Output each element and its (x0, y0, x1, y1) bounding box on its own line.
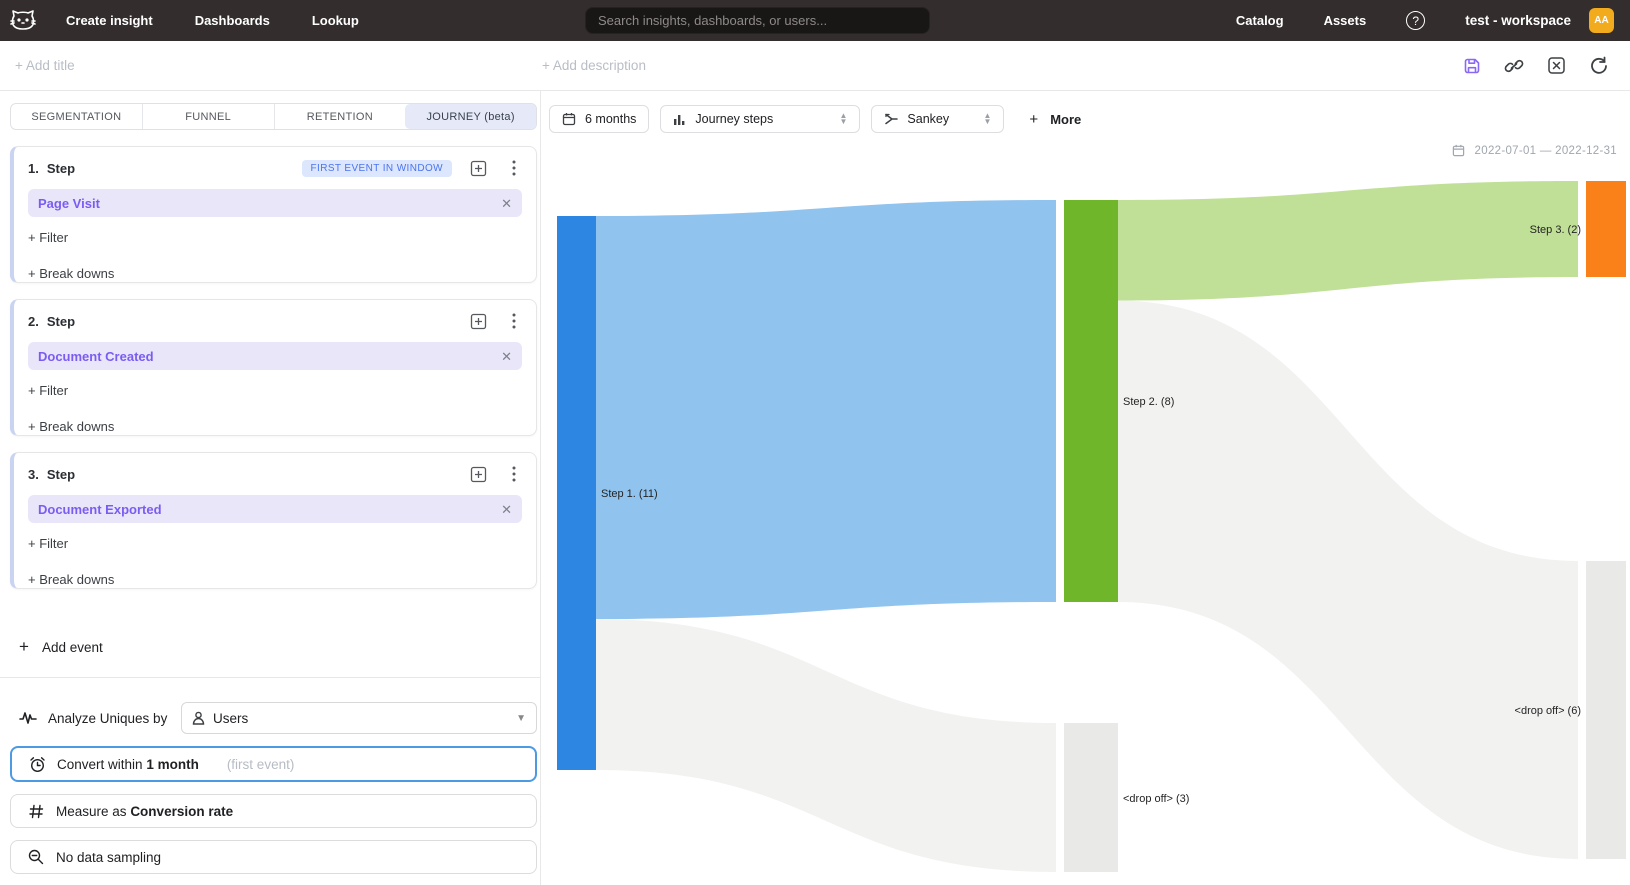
plus-icon: + (19, 637, 29, 657)
sankey-link-step2-dropoff[interactable] (1118, 301, 1578, 860)
measure-as-setting[interactable]: Measure as Conversion rate (10, 794, 537, 828)
sankey-node-step3[interactable] (1586, 181, 1626, 277)
refresh-icon[interactable] (1588, 56, 1608, 76)
magnifier-minus-icon (27, 848, 45, 866)
step-index: 3. (28, 467, 39, 482)
sankey-label-dropoff-2: <drop off> (6) (1515, 705, 1581, 717)
event-selector[interactable]: Page Visit ✕ (28, 189, 522, 217)
chart-panel: 6 months Journey steps ▲▼ Sankey ▲▼ + Mo… (541, 91, 1630, 885)
add-breakdown-button[interactable]: + Break downs (28, 266, 114, 281)
step-menu-kebab-icon[interactable] (505, 313, 522, 330)
analyze-row: Analyze Uniques by Users ▼ (10, 702, 537, 734)
step-menu-kebab-icon[interactable] (505, 160, 522, 177)
clear-chart-icon[interactable] (1546, 56, 1566, 76)
sankey-label-dropoff-1: <drop off> (3) (1123, 793, 1189, 805)
add-event-to-step-icon[interactable] (470, 160, 487, 177)
add-breakdown-button[interactable]: + Break downs (28, 419, 114, 434)
nav-create-insight[interactable]: Create insight (66, 13, 153, 28)
add-breakdown-button[interactable]: + Break downs (28, 572, 114, 587)
convert-within-setting[interactable]: Convert within 1 month (first event) (10, 746, 537, 782)
alarm-clock-icon (28, 755, 46, 773)
sampling-label: No data sampling (56, 850, 161, 865)
tab-funnel[interactable]: FUNNEL (142, 104, 274, 129)
measure-as-label: Measure as Conversion rate (56, 804, 233, 819)
tab-journey[interactable]: JOURNEY (beta) (405, 104, 536, 129)
sankey-link-step1-step2[interactable] (596, 200, 1056, 619)
sankey-label-step1: Step 1. (11) (601, 488, 658, 500)
step-index: 1. (28, 161, 39, 176)
nav-catalog[interactable]: Catalog (1236, 13, 1284, 28)
analyze-label: Analyze Uniques by (48, 711, 167, 726)
divider (0, 677, 541, 678)
top-navbar: Create insight Dashboards Lookup Search … (0, 0, 1630, 41)
workspace-name[interactable]: test - workspace (1465, 13, 1571, 28)
step-title: Step (47, 467, 75, 482)
first-event-badge: FIRST EVENT IN WINDOW (302, 160, 452, 177)
measure-value: Conversion rate (130, 804, 233, 819)
sankey-node-dropoff-2[interactable] (1586, 561, 1626, 859)
nav-dashboards[interactable]: Dashboards (195, 13, 270, 28)
add-event-button[interactable]: + Add event (19, 637, 103, 657)
add-description-field[interactable]: + Add description (542, 58, 646, 73)
convert-window-value: 1 month (146, 757, 199, 772)
event-selector[interactable]: Document Exported ✕ (28, 495, 522, 523)
add-event-label: Add event (42, 640, 103, 655)
hash-icon (27, 802, 45, 820)
global-search-input[interactable]: Search insights, dashboards, or users... (585, 7, 930, 34)
remove-event-icon[interactable]: ✕ (501, 503, 512, 516)
step-title: Step (47, 314, 75, 329)
convert-within-label: Convert within 1 month (57, 757, 199, 772)
event-name: Page Visit (38, 196, 100, 211)
sankey-diagram: Step 1. (11) Step 2. (8) Step 3. (2) <dr… (541, 91, 1630, 885)
step-card-1: 1. Step FIRST EVENT IN WINDOW Page Visit (10, 146, 537, 283)
remove-event-icon[interactable]: ✕ (501, 350, 512, 363)
sankey-node-dropoff-1[interactable] (1064, 723, 1118, 872)
step-index: 2. (28, 314, 39, 329)
save-icon[interactable] (1462, 56, 1482, 76)
sankey-link-step1-dropoff[interactable] (596, 619, 1056, 872)
add-filter-button[interactable]: + Filter (28, 383, 68, 398)
event-selector[interactable]: Document Created ✕ (28, 342, 522, 370)
data-sampling-setting[interactable]: No data sampling (10, 840, 537, 874)
copy-link-icon[interactable] (1504, 56, 1524, 76)
add-filter-button[interactable]: + Filter (28, 536, 68, 551)
add-filter-button[interactable]: + Filter (28, 230, 68, 245)
sankey-label-step2: Step 2. (8) (1123, 396, 1174, 408)
remove-event-icon[interactable]: ✕ (501, 197, 512, 210)
insight-title-bar: + Add title + Add description (0, 41, 1630, 91)
chevron-down-icon: ▼ (516, 713, 526, 724)
user-icon (192, 711, 205, 725)
tab-segmentation[interactable]: SEGMENTATION (11, 104, 142, 129)
add-event-to-step-icon[interactable] (470, 466, 487, 483)
help-icon[interactable]: ? (1406, 11, 1425, 30)
add-event-to-step-icon[interactable] (470, 313, 487, 330)
nav-lookup[interactable]: Lookup (312, 13, 359, 28)
journey-builder-panel: SEGMENTATION FUNNEL RETENTION JOURNEY (b… (0, 91, 541, 885)
event-name: Document Exported (38, 502, 162, 517)
app-logo-cat-icon[interactable] (8, 7, 38, 35)
analyze-selected-value: Users (213, 711, 248, 726)
sankey-node-step1[interactable] (557, 216, 596, 770)
step-card-3: 3. Step Document Exported ✕ + F (10, 452, 537, 589)
step-title: Step (47, 161, 75, 176)
user-avatar[interactable]: AA (1589, 8, 1614, 33)
add-title-field[interactable]: + Add title (15, 58, 75, 73)
nav-assets[interactable]: Assets (1324, 13, 1367, 28)
step-card-2: 2. Step Document Created ✕ + Fi (10, 299, 537, 436)
sankey-node-step2[interactable] (1064, 200, 1118, 602)
activity-pulse-icon (19, 709, 37, 727)
event-name: Document Created (38, 349, 154, 364)
analyze-uniques-select[interactable]: Users ▼ (181, 702, 537, 734)
convert-mode-hint: (first event) (227, 757, 295, 772)
search-placeholder: Search insights, dashboards, or users... (598, 13, 827, 28)
step-menu-kebab-icon[interactable] (505, 466, 522, 483)
sankey-label-step3: Step 3. (2) (1530, 224, 1581, 236)
tab-retention[interactable]: RETENTION (274, 104, 406, 129)
insight-type-tabs: SEGMENTATION FUNNEL RETENTION JOURNEY (b… (10, 103, 537, 130)
sankey-link-step2-step3[interactable] (1118, 181, 1578, 301)
